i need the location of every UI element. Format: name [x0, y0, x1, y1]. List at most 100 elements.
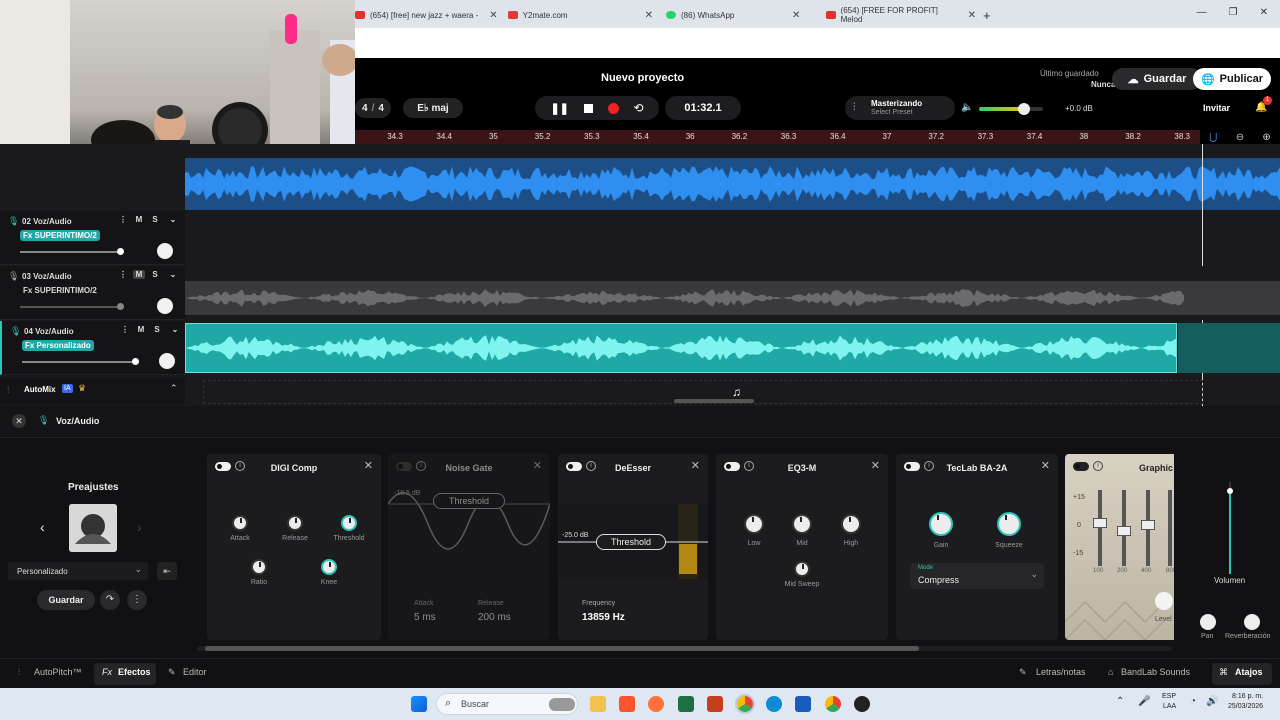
zoom-out-icon[interactable]: ⊖ — [1236, 132, 1244, 143]
track-volume-handle[interactable] — [117, 303, 124, 310]
volume-icon[interactable]: 🔊 — [1206, 696, 1218, 707]
volume-knob[interactable] — [1017, 103, 1030, 115]
track-fx-badge[interactable]: Fx SUPERINTIMO/2 — [20, 285, 100, 296]
mastering-button[interactable]: ⫶ Masterizando Select Preset — [845, 96, 955, 120]
track-volume-slider[interactable] — [20, 251, 120, 253]
knee-knob[interactable] — [321, 559, 337, 575]
track-volume-handle[interactable] — [132, 358, 139, 365]
excel-icon[interactable] — [678, 696, 694, 712]
microphone-icon[interactable]: 🎤 — [1138, 696, 1150, 707]
mode-select[interactable]: Mode Compress ⌄ — [910, 563, 1044, 589]
release-value[interactable]: 200 ms — [478, 612, 511, 623]
track-01-lane[interactable] — [185, 158, 1280, 210]
high-knob[interactable] — [841, 514, 861, 534]
share-icon[interactable]: ↷ — [100, 590, 120, 610]
brave-icon[interactable] — [619, 696, 635, 712]
close-icon[interactable]: ✕ — [968, 10, 976, 21]
horizontal-scrollbar[interactable] — [674, 399, 754, 403]
key-selector[interactable]: E♭ maj — [403, 98, 463, 118]
lyrics-button[interactable]: Letras/notas — [1036, 667, 1086, 677]
invite-button[interactable]: Invitar — [1203, 103, 1230, 113]
pan-knob[interactable] — [1200, 614, 1216, 630]
loop-icon[interactable]: ⟲ — [634, 101, 644, 115]
wifi-icon[interactable]: ◔ — [1190, 696, 1196, 707]
eq-band-handle[interactable] — [1093, 518, 1107, 528]
level-knob[interactable] — [1155, 592, 1173, 610]
mute-button[interactable]: M — [133, 215, 145, 224]
track-volume-slider[interactable] — [22, 361, 134, 363]
more-icon[interactable]: ⋮ — [127, 590, 147, 610]
track-04-region[interactable] — [185, 323, 1177, 373]
track-fx-badge[interactable]: Fx SUPERINTIMO/2 — [20, 230, 100, 241]
browser-tab[interactable]: (654) [free] new jazz + waera - ✕ — [355, 4, 500, 26]
solo-button[interactable]: S — [151, 325, 163, 334]
close-icon[interactable]: ✕ — [489, 10, 497, 21]
close-icon[interactable]: ✕ — [691, 459, 700, 472]
edge-icon[interactable] — [766, 696, 782, 712]
mute-button[interactable]: M — [135, 325, 147, 334]
close-icon[interactable]: ✕ — [364, 459, 373, 472]
browser-tab[interactable]: (654) [FREE FOR PROFIT] Melod ✕ — [826, 4, 976, 26]
record-icon[interactable] — [607, 102, 619, 114]
track-fx-badge[interactable]: Fx Personalizado — [22, 340, 94, 351]
threshold-control[interactable]: Threshold — [433, 493, 505, 509]
track-03-lane[interactable] — [185, 281, 1280, 315]
track-name[interactable]: 02 Voz/Audio — [22, 217, 72, 226]
browser-tab[interactable]: Y2mate.com ✕ — [508, 4, 653, 26]
pan-knob[interactable] — [157, 298, 173, 314]
pan-knob[interactable] — [157, 243, 173, 259]
app-icon[interactable] — [854, 696, 870, 712]
fx-enable-toggle[interactable] — [1073, 462, 1089, 471]
close-icon[interactable]: ✕ — [645, 10, 653, 21]
track-volume-slider[interactable] — [20, 306, 120, 308]
close-icon[interactable]: ✕ — [871, 459, 880, 472]
add-track-dropzone[interactable]: ♫ — [203, 380, 1203, 404]
chevron-down-icon[interactable]: ⌄ — [167, 215, 179, 224]
save-button[interactable]: ☁ Guardar — [1112, 68, 1202, 90]
attack-knob[interactable] — [232, 515, 248, 531]
taskbar-search[interactable]: ⌕ Buscar — [436, 693, 578, 715]
fx-horizontal-scrollbar[interactable] — [197, 646, 1172, 651]
gain-knob[interactable] — [929, 512, 953, 536]
magnet-icon[interactable]: ⋃ — [1209, 132, 1217, 143]
track-menu-icon[interactable]: ⋮ — [119, 325, 131, 334]
low-knob[interactable] — [744, 514, 764, 534]
close-icon[interactable]: ✕ — [12, 414, 26, 428]
track-menu-icon[interactable]: ⋮ — [117, 270, 129, 279]
automix-label[interactable]: AutoMix — [24, 385, 56, 394]
compare-icon[interactable]: ⇤ — [157, 562, 177, 580]
close-icon[interactable]: ✕ — [792, 10, 800, 21]
chrome-icon[interactable] — [735, 694, 755, 714]
clock-time[interactable]: 8:16 p. m. — [1232, 693, 1263, 700]
eq-band-handle[interactable] — [1117, 526, 1131, 536]
clock-date[interactable]: 25/03/2026 — [1228, 703, 1263, 710]
threshold-control[interactable]: Threshold — [596, 534, 666, 550]
track-volume-fader[interactable] — [1227, 482, 1233, 574]
autopitch-button[interactable]: AutoPitch™ — [34, 667, 82, 677]
release-knob[interactable] — [287, 515, 303, 531]
close-icon[interactable]: ✕ — [533, 459, 542, 472]
save-preset-button[interactable]: Guardar — [37, 590, 95, 610]
zoom-in-icon[interactable]: ⊕ — [1262, 132, 1270, 143]
powerpoint-icon[interactable] — [707, 696, 723, 712]
firefox-icon[interactable] — [648, 696, 664, 712]
mute-button[interactable]: M — [133, 270, 145, 279]
pan-knob[interactable] — [159, 353, 175, 369]
attack-value[interactable]: 5 ms — [414, 612, 436, 623]
preset-thumbnail[interactable] — [69, 504, 117, 552]
track-menu-icon[interactable]: ⋮ — [117, 215, 129, 224]
editor-tab[interactable]: Editor — [183, 667, 207, 677]
browser-tab[interactable]: (86) WhatsApp ✕ — [666, 4, 811, 26]
word-icon[interactable] — [795, 696, 811, 712]
frequency-value[interactable]: 13859 Hz — [582, 612, 625, 623]
solo-button[interactable]: S — [149, 270, 161, 279]
close-window-icon[interactable]: ✕ — [1260, 7, 1268, 18]
stop-icon[interactable] — [583, 103, 593, 113]
eq-band-track[interactable] — [1098, 490, 1102, 566]
chrome-profile-icon[interactable] — [825, 696, 841, 712]
publish-button[interactable]: 🌐 Publicar — [1193, 68, 1271, 90]
preset-select[interactable]: Personalizado ⌄ — [8, 562, 148, 580]
eq-band-track[interactable] — [1168, 490, 1172, 566]
track-name[interactable]: 03 Voz/Audio — [22, 272, 72, 281]
pause-icon[interactable]: ❚❚ — [550, 102, 568, 115]
